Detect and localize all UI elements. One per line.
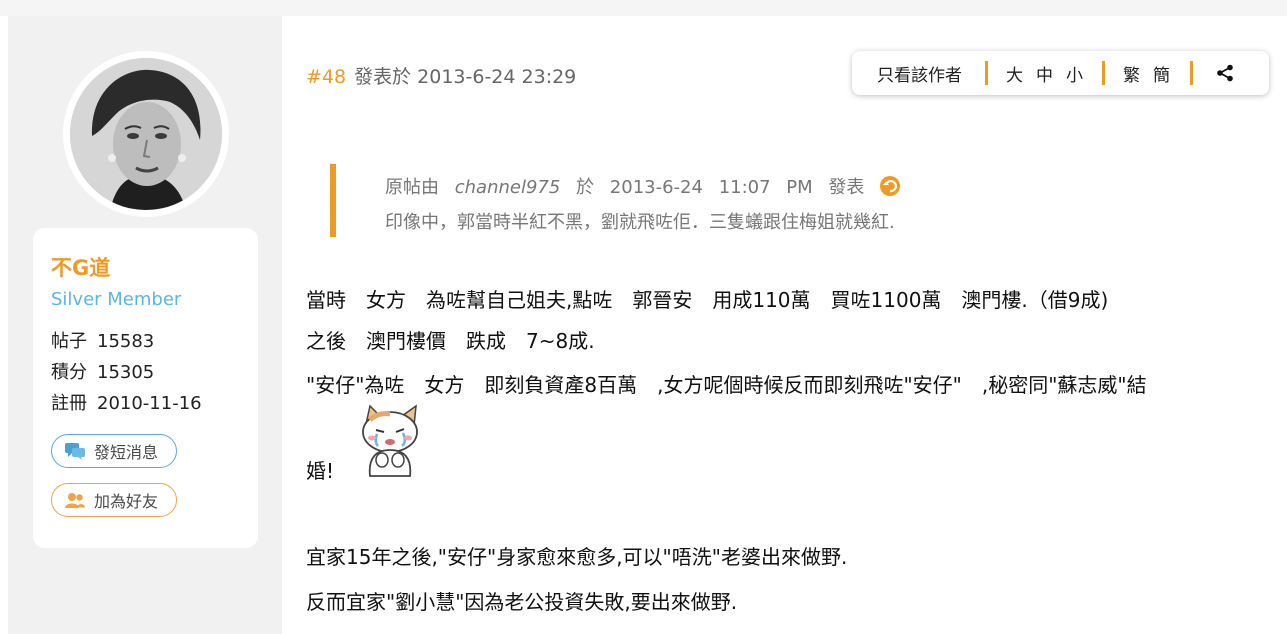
author-only-link[interactable]: 只看該作者 (877, 61, 962, 86)
username[interactable]: 不G道 (51, 252, 110, 282)
traditional-link[interactable]: 繁 (1123, 61, 1140, 86)
stat-label: 註冊 (51, 393, 87, 414)
add-friend-button[interactable]: 加為好友 (51, 483, 177, 517)
crying-cat-emoji (352, 402, 428, 478)
post-body-line: 之後 澳門樓價 跌成 7~8成. (306, 329, 595, 353)
quote-posted: 發表 (828, 177, 865, 198)
quote-prefix: 原帖由 (385, 177, 439, 198)
toolbar-divider (1190, 61, 1193, 85)
add-friend-label: 加為好友 (94, 492, 159, 511)
stat-value: 15583 (97, 331, 155, 352)
avatar-image (70, 58, 222, 210)
avatar[interactable] (63, 51, 229, 217)
font-medium-link[interactable]: 中 (1036, 61, 1053, 86)
user-group: Silver Member (51, 289, 182, 310)
quote-text: 印像中，郭當時半紅不黑，劉就飛咗佢．三隻蟻跟住梅姐就幾紅. (385, 212, 895, 233)
users-icon (64, 491, 86, 509)
quote-header: 原帖由 channel975 於 2013-6-24 11:07 PM 發表 (385, 173, 901, 199)
font-small-link[interactable]: 小 (1066, 61, 1083, 86)
stat-value: 2010-11-16 (97, 393, 202, 414)
quote-date: 2013-6-24 (609, 177, 703, 198)
simplified-link[interactable]: 簡 (1153, 61, 1170, 86)
post-body-line: 宜家15年之後,"安仔"身家愈來愈多,可以"唔洗"老婆出來做野. (306, 545, 848, 569)
stat-value: 15305 (97, 362, 155, 383)
send-message-label: 發短消息 (94, 443, 159, 462)
back-arrow-icon[interactable] (880, 176, 901, 196)
toolbar-divider (1102, 61, 1105, 85)
stat-posts: 帖子 15583 (51, 327, 154, 353)
post-body-line: "安仔"為咗 女方 即刻負資產8百萬 ,女方呢個時候反而即刻飛咗"安仔" ,秘密… (306, 373, 1147, 397)
share-icon[interactable] (1216, 64, 1234, 82)
quote-author[interactable]: channel975 (455, 177, 561, 198)
quote-time: 11:07 (718, 177, 771, 198)
stat-points: 積分 15305 (51, 358, 154, 384)
send-message-button[interactable]: 發短消息 (51, 434, 177, 468)
user-card: 不G道 Silver Member 帖子 15583 積分 15305 註冊 2010… (33, 228, 258, 548)
post-body-line: 當時 女方 為咗幫自己姐夫,點咗 郭晉安 用成110萬 買咗1100萬 澳門樓.… (306, 288, 1109, 312)
quote-ampm: PM (786, 177, 813, 198)
post-time: 發表於 2013-6-24 23:29 (354, 66, 577, 88)
stat-label: 積分 (51, 362, 87, 383)
toolbar-divider (985, 61, 988, 85)
post-number[interactable]: #48 (306, 66, 346, 88)
post-body-line: 婚! (306, 459, 335, 483)
top-bar (0, 0, 1287, 16)
post-meta: #48 發表於 2013-6-24 23:29 (306, 62, 576, 89)
post-body-line: 反而宜家"劉小慧"因為老公投資失敗,要出來做野. (306, 590, 738, 614)
chat-bubble-icon (64, 442, 86, 460)
stat-label: 帖子 (51, 331, 87, 352)
quote-on: 於 (576, 177, 595, 198)
font-large-link[interactable]: 大 (1006, 61, 1023, 86)
stat-registered: 註冊 2010-11-16 (51, 389, 202, 415)
post-toolbar: 只看該作者 大 中 小 繁 簡 (852, 51, 1269, 95)
quote-block: 原帖由 channel975 於 2013-6-24 11:07 PM 發表 印… (330, 164, 1030, 237)
